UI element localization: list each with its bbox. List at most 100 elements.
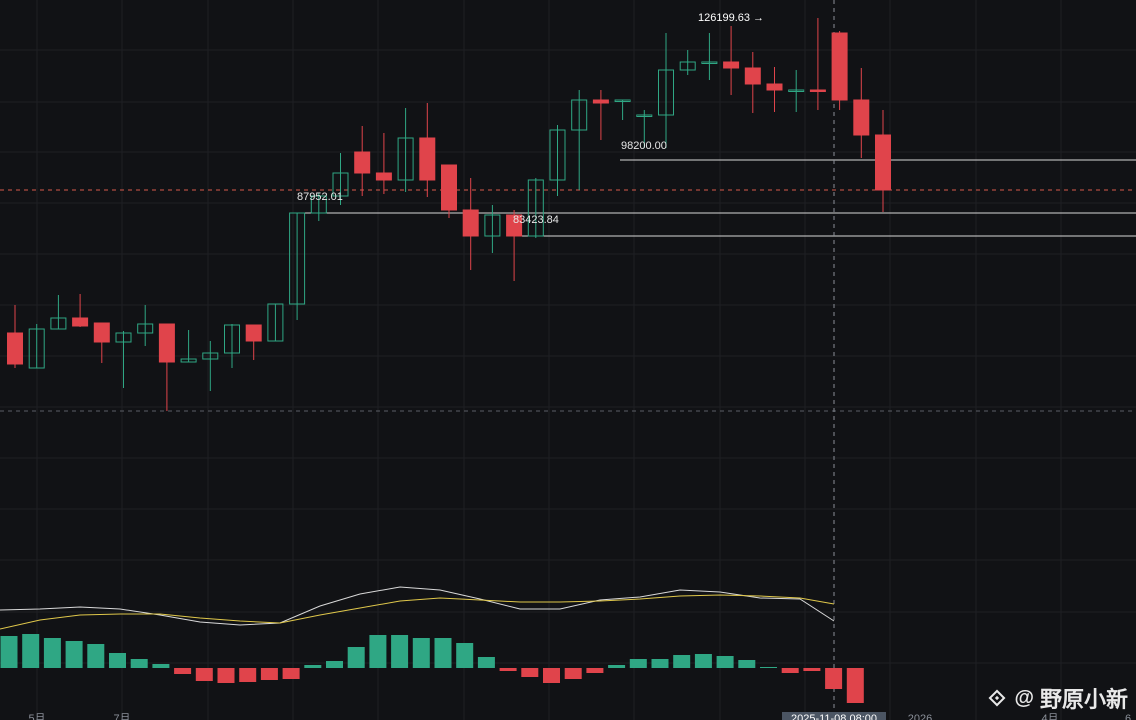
candle-body — [93, 322, 110, 343]
candle-body — [354, 151, 371, 174]
histogram-bar-down — [846, 668, 864, 703]
candle-down — [462, 178, 479, 270]
histogram-bar-up — [130, 659, 148, 668]
histogram-bar-up — [716, 656, 734, 668]
histogram-bar-up — [760, 667, 777, 668]
support-price-label: 87952.01 — [297, 191, 343, 203]
candle-up — [679, 50, 696, 75]
histogram-bar-up — [738, 660, 756, 668]
candle-down — [419, 103, 436, 197]
candle-up — [180, 330, 197, 363]
high-price-label: 126199.63 → — [698, 12, 764, 24]
histogram-bar-down — [586, 668, 604, 673]
candle-up — [267, 303, 284, 342]
candle-body — [592, 99, 609, 104]
candle-body — [831, 32, 848, 101]
candle-up — [202, 341, 219, 391]
candle-down — [723, 26, 740, 95]
candle-up — [701, 33, 718, 80]
histogram-bar-up — [673, 655, 691, 668]
watermark: @ 野原小新 — [986, 684, 1128, 712]
candle-down — [7, 305, 23, 368]
x-tick-label: 7月 — [113, 713, 130, 720]
candle-body — [419, 137, 436, 181]
candle-down — [72, 294, 89, 327]
histogram-bar-up — [326, 661, 343, 668]
candle-body — [744, 67, 761, 85]
candle-up — [527, 178, 544, 238]
histogram-bar-down — [803, 668, 821, 671]
chart-canvas[interactable]: 126199.63 → 98200.00 87952.01 83423.84 5月 7月… — [0, 0, 1136, 720]
histogram-bar-up — [152, 664, 170, 668]
candle-body — [875, 134, 891, 191]
histogram-bar-up — [651, 659, 669, 668]
candle-body — [809, 89, 826, 92]
candle-down — [441, 164, 457, 218]
x-tick-label: 6 — [1125, 713, 1131, 720]
watermark-at: @ — [1014, 686, 1034, 709]
histogram-bar-up — [456, 643, 474, 668]
candle-body — [72, 317, 89, 327]
candle-up — [289, 212, 306, 320]
histogram-bar-up — [412, 638, 430, 668]
histogram-bar-up — [477, 657, 495, 668]
histogram-bar-up — [694, 654, 712, 668]
price-chart[interactable]: 126199.63 → 98200.00 87952.01 83423.84 5月 7月… — [0, 0, 1136, 720]
histogram-bar-down — [195, 668, 213, 681]
candle-down — [831, 31, 848, 110]
candle-up — [28, 324, 45, 369]
candle-up — [614, 99, 631, 120]
candle-up — [224, 324, 240, 368]
histogram-bar-up — [22, 634, 40, 668]
x-tick-label: 4月 — [1041, 713, 1058, 720]
candle-body — [158, 323, 175, 363]
histogram-bar-up — [304, 665, 322, 668]
candle-down — [853, 68, 870, 158]
histogram-bar-down — [239, 668, 257, 682]
candle-up — [137, 305, 154, 346]
crosshair-time-label: 2025-11-08 08:00 — [791, 713, 877, 720]
x-axis: 5月 7月 2025-11-08 08:00 2026 4月 6 — [28, 712, 1131, 720]
histogram-bar-down — [217, 668, 235, 683]
candle-down — [354, 126, 371, 196]
candle-body — [441, 164, 457, 211]
histogram-bar-down — [543, 668, 560, 683]
histogram-bar-up — [87, 644, 105, 668]
histogram-bar-up — [109, 653, 126, 668]
ma-fast-line — [0, 586, 835, 626]
candle-up — [549, 125, 566, 196]
candle-down — [93, 322, 110, 363]
candle-body — [766, 83, 783, 91]
candle-up — [484, 205, 501, 253]
candle-down — [875, 110, 891, 212]
histogram-bar-down — [260, 668, 278, 680]
candle-down — [375, 133, 392, 194]
histogram-bar-up — [434, 638, 452, 668]
candle-body — [853, 99, 870, 136]
histogram-bar-up — [0, 636, 18, 668]
candle-down — [744, 52, 761, 113]
candle-body — [462, 209, 479, 237]
candle-up — [115, 331, 132, 388]
candle-down — [158, 323, 175, 411]
histogram-bar-up — [65, 641, 83, 668]
candle-body — [7, 332, 23, 365]
candle-down — [766, 67, 783, 112]
histogram-bar-up — [347, 647, 365, 668]
histogram-bar-up — [629, 659, 647, 668]
histogram-bar-up — [608, 665, 626, 668]
histogram-bar-down — [174, 668, 192, 674]
histogram-bar-up — [369, 635, 387, 668]
x-tick-label: 2026 — [908, 713, 932, 720]
candle-body — [245, 324, 262, 342]
support-price-label: 83423.84 — [513, 214, 559, 226]
histogram-bar-up — [43, 638, 61, 668]
binance-diamond-icon — [988, 689, 1006, 707]
support-price-label: 98200.00 — [621, 140, 667, 152]
histogram-bar-down — [564, 668, 582, 679]
ma-lines — [0, 586, 835, 630]
candles — [7, 18, 891, 411]
histogram-bar-down — [499, 668, 517, 671]
candle-up — [50, 295, 67, 330]
candle-up — [397, 108, 414, 192]
